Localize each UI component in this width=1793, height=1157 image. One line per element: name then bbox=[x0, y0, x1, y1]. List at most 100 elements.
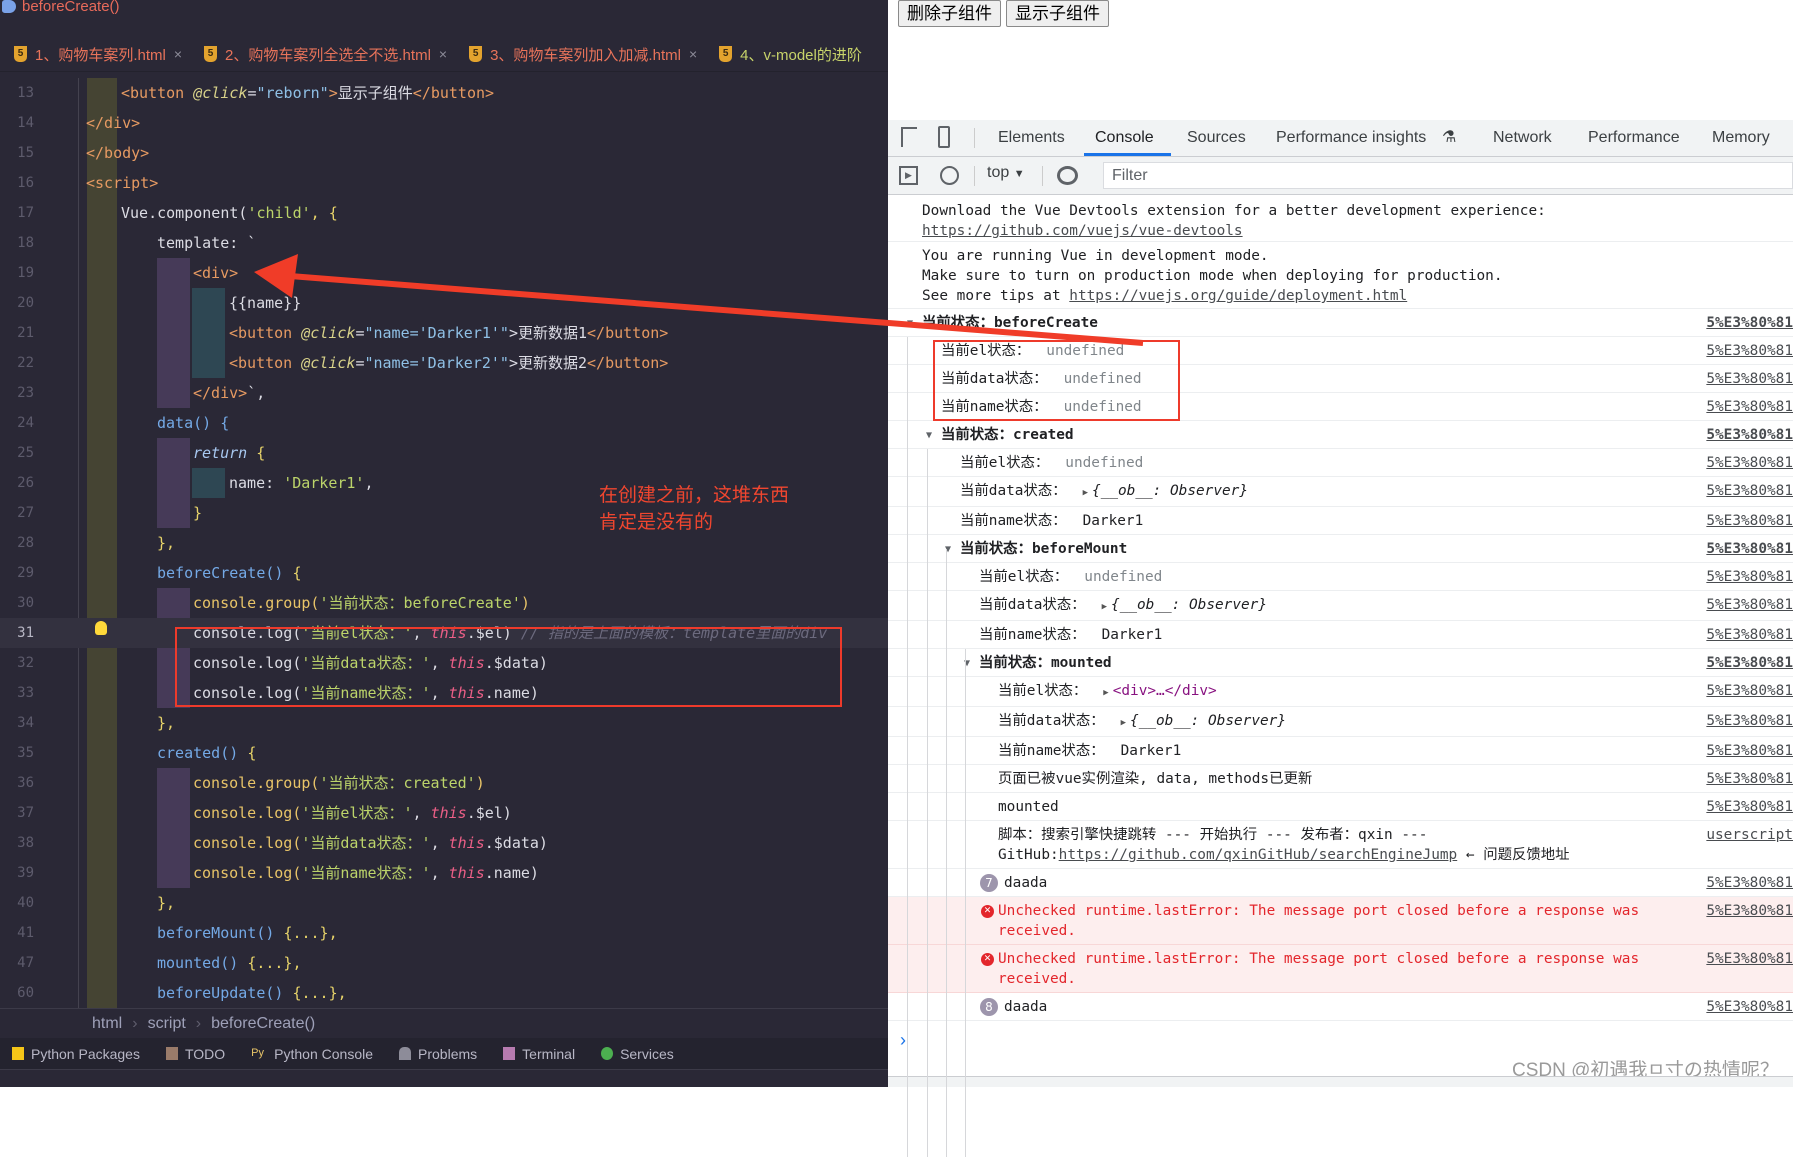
code-line[interactable]: 37 console.log('当前el状态：', this.$el) bbox=[0, 798, 888, 828]
code-line[interactable]: 22 <button @click="name='Darker2'">更新数据2<… bbox=[0, 348, 888, 378]
close-icon[interactable]: × bbox=[174, 46, 182, 62]
source-link[interactable]: userscript bbox=[1706, 825, 1793, 845]
sidebar-toggle-icon[interactable]: ▶ bbox=[899, 166, 918, 185]
expand-arrow-icon[interactable]: ▼ bbox=[926, 426, 932, 446]
code-line[interactable]: 36 console.group('当前状态：created') bbox=[0, 768, 888, 798]
source-link[interactable]: 5%E3%80%81 bbox=[1706, 653, 1793, 673]
source-link[interactable]: 5%E3%80%81 bbox=[1706, 397, 1793, 417]
line-number[interactable]: 35 bbox=[0, 738, 34, 768]
toolwindow-python-packages[interactable]: Python Packages bbox=[12, 1046, 140, 1062]
source-link[interactable]: 5%E3%80%81 bbox=[1706, 425, 1793, 445]
source-link[interactable]: 5%E3%80%81 bbox=[1706, 769, 1793, 789]
line-number[interactable]: 19 bbox=[0, 258, 34, 288]
line-number[interactable]: 37 bbox=[0, 798, 34, 828]
line-number[interactable]: 60 bbox=[0, 978, 34, 1008]
editor-top-breadcrumb[interactable]: beforeCreate() bbox=[0, 0, 120, 18]
source-link[interactable]: 5%E3%80%81 bbox=[1706, 741, 1793, 761]
line-number[interactable]: 30 bbox=[0, 588, 34, 618]
line-number[interactable]: 14 bbox=[0, 108, 34, 138]
line-number[interactable]: 34 bbox=[0, 708, 34, 738]
line-number[interactable]: 24 bbox=[0, 408, 34, 438]
line-number[interactable]: 36 bbox=[0, 768, 34, 798]
code-line[interactable]: 13 <button @click="reborn">显示子组件</button> bbox=[0, 78, 888, 108]
script-link[interactable]: https://github.com/qxinGitHub/searchEngi… bbox=[1059, 847, 1458, 863]
source-link[interactable]: 5%E3%80%81 bbox=[1706, 481, 1793, 501]
breadcrumb-script[interactable]: script bbox=[148, 1015, 186, 1032]
inspect-element-icon[interactable] bbox=[901, 127, 917, 147]
message-value[interactable]: ▶ {__ob__: Observer} bbox=[1121, 713, 1286, 729]
tab-network[interactable]: Network bbox=[1493, 120, 1552, 156]
source-link[interactable]: 5%E3%80%81 bbox=[1706, 797, 1793, 817]
console-prompt[interactable]: › bbox=[900, 1030, 906, 1051]
code-line[interactable]: 16 <script> bbox=[0, 168, 888, 198]
console-group[interactable]: ▼ 当前状态：mounted 5%E3%80%81 bbox=[888, 649, 1793, 677]
line-number[interactable]: 18 bbox=[0, 228, 34, 258]
tab-sources[interactable]: Sources bbox=[1187, 120, 1246, 156]
line-number[interactable]: 47 bbox=[0, 948, 34, 978]
line-number[interactable]: 15 bbox=[0, 138, 34, 168]
tab-console[interactable]: Console bbox=[1095, 120, 1154, 156]
code-line[interactable]: 17 Vue.component('child', { bbox=[0, 198, 888, 228]
code-line[interactable]: 29 beforeCreate() { bbox=[0, 558, 888, 588]
device-toolbar-icon[interactable] bbox=[938, 126, 950, 148]
code-line[interactable]: 60 beforeUpdate() {...}, bbox=[0, 978, 888, 1008]
line-number[interactable]: 32 bbox=[0, 648, 34, 678]
code-line[interactable]: 24 data() { bbox=[0, 408, 888, 438]
expand-triangle-icon[interactable]: ▶ bbox=[1121, 718, 1126, 728]
line-number[interactable]: 39 bbox=[0, 858, 34, 888]
source-link[interactable]: 5%E3%80%81 bbox=[1706, 681, 1793, 701]
console-group[interactable]: ▼ 当前状态：created 5%E3%80%81 bbox=[888, 421, 1793, 449]
source-link[interactable]: 5%E3%80%81 bbox=[1706, 595, 1793, 615]
expand-triangle-icon[interactable]: ▶ bbox=[1103, 688, 1108, 698]
source-link[interactable]: 5%E3%80%81 bbox=[1706, 539, 1793, 559]
code-line[interactable]: 39 console.log('当前name状态：', this.name) bbox=[0, 858, 888, 888]
tab-performance-insights[interactable]: Performance insights bbox=[1276, 120, 1426, 156]
code-line[interactable]: 18 template: ` bbox=[0, 228, 888, 258]
line-number[interactable]: 23 bbox=[0, 378, 34, 408]
code-line[interactable]: 14 </div> bbox=[0, 108, 888, 138]
source-link[interactable]: 5%E3%80%81 bbox=[1706, 901, 1793, 921]
toolwindow-problems[interactable]: Problems bbox=[399, 1046, 477, 1062]
message-value[interactable]: ▶ <div>…</div> bbox=[1103, 683, 1216, 699]
tab-file-2[interactable]: 5 2、购物车案列全选全不选.html × bbox=[190, 36, 455, 71]
console-group[interactable]: ▼ 当前状态：beforeCreate 5%E3%80%81 bbox=[888, 309, 1793, 337]
source-link[interactable]: 5%E3%80%81 bbox=[1706, 341, 1793, 361]
toolwindow-todo[interactable]: TODO bbox=[165, 1046, 225, 1062]
toolwindow-services[interactable]: Services bbox=[601, 1046, 674, 1062]
line-number[interactable]: 29 bbox=[0, 558, 34, 588]
code-line[interactable]: 20 {{name}} bbox=[0, 288, 888, 318]
code-line[interactable]: 23 </div>`, bbox=[0, 378, 888, 408]
code-line[interactable]: 30 console.group('当前状态：beforeCreate') bbox=[0, 588, 888, 618]
code-lines[interactable]: 13 <button @click="reborn">显示子组件</button>… bbox=[0, 78, 888, 1008]
expand-triangle-icon[interactable]: ▶ bbox=[1102, 602, 1107, 612]
deployment-link[interactable]: https://vuejs.org/guide/deployment.html bbox=[1069, 288, 1407, 304]
code-line[interactable]: 40}, bbox=[0, 888, 888, 918]
close-icon[interactable]: × bbox=[439, 46, 447, 62]
source-link[interactable]: 5%E3%80%81 bbox=[1706, 567, 1793, 587]
source-link[interactable]: 5%E3%80%81 bbox=[1706, 313, 1793, 333]
source-link[interactable]: 5%E3%80%81 bbox=[1706, 711, 1793, 731]
line-number[interactable]: 40 bbox=[0, 888, 34, 918]
line-number[interactable]: 38 bbox=[0, 828, 34, 858]
source-link[interactable]: 5%E3%80%81 bbox=[1706, 453, 1793, 473]
line-number[interactable]: 31 bbox=[0, 618, 34, 648]
line-number[interactable]: 27 bbox=[0, 498, 34, 528]
context-selector[interactable]: top ▼ bbox=[987, 164, 1025, 182]
line-number[interactable]: 26 bbox=[0, 468, 34, 498]
tab-performance[interactable]: Performance bbox=[1588, 120, 1680, 156]
expand-arrow-icon[interactable]: ▼ bbox=[907, 314, 913, 334]
message-value[interactable]: ▶ {__ob__: Observer} bbox=[1102, 597, 1267, 613]
line-number[interactable]: 17 bbox=[0, 198, 34, 228]
code-line[interactable]: 34}, bbox=[0, 708, 888, 738]
code-line[interactable]: 15 </body> bbox=[0, 138, 888, 168]
source-link[interactable]: 5%E3%80%81 bbox=[1706, 873, 1793, 893]
devtools-link[interactable]: https://github.com/vuejs/vue-devtools bbox=[922, 223, 1243, 239]
code-line[interactable]: 19 <div> bbox=[0, 258, 888, 288]
source-link[interactable]: 5%E3%80%81 bbox=[1706, 949, 1793, 969]
line-number[interactable]: 41 bbox=[0, 918, 34, 948]
line-number[interactable]: 16 bbox=[0, 168, 34, 198]
source-link[interactable]: 5%E3%80%81 bbox=[1706, 997, 1793, 1017]
line-number[interactable]: 20 bbox=[0, 288, 34, 318]
code-line[interactable]: 41 beforeMount() {...}, bbox=[0, 918, 888, 948]
close-icon[interactable]: × bbox=[689, 46, 697, 62]
